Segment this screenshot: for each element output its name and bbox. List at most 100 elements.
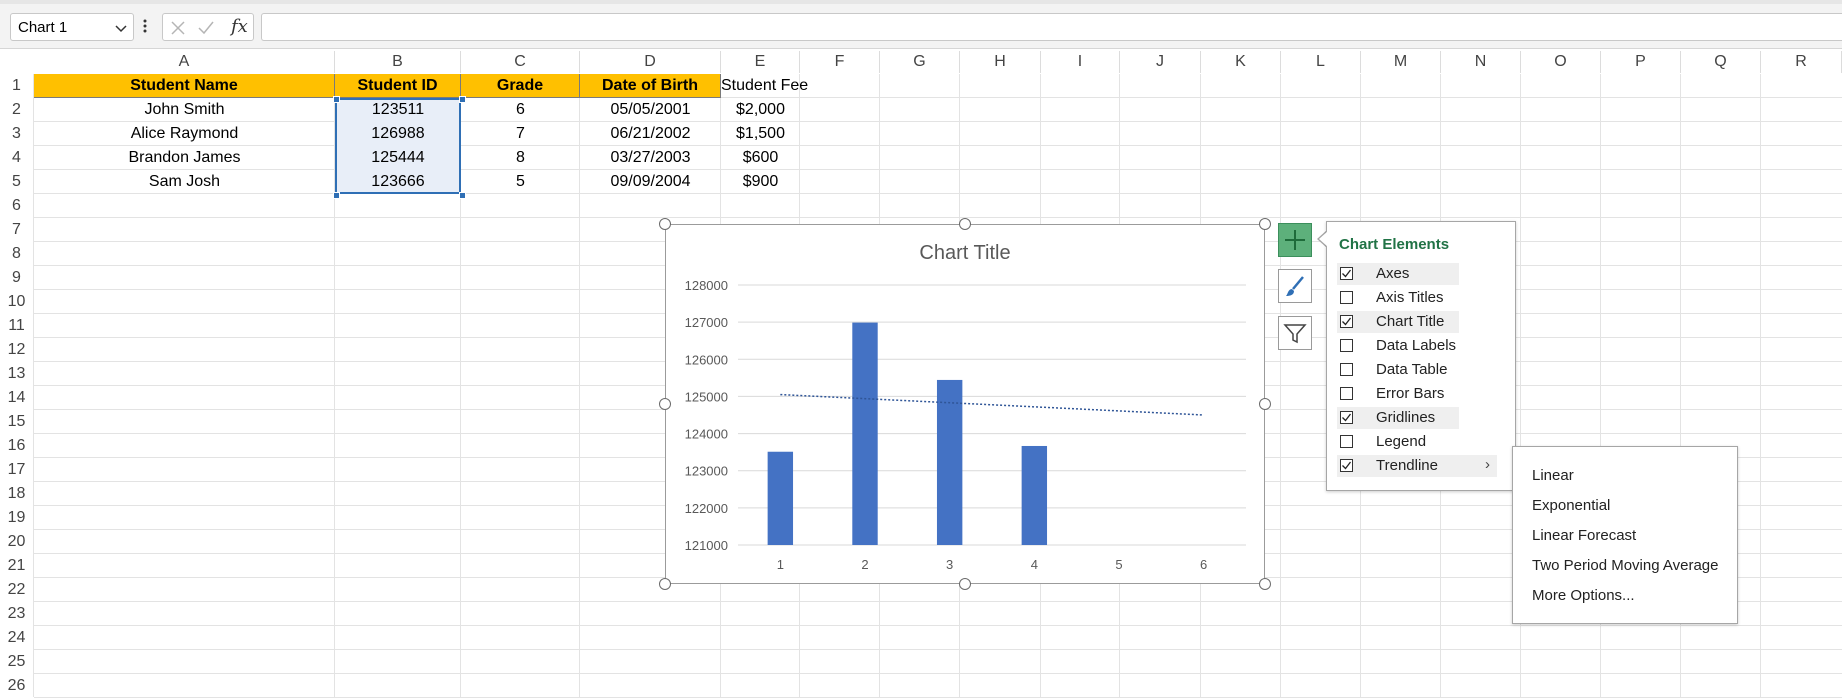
chart-element-gridlines[interactable]: Gridlines bbox=[1337, 407, 1459, 429]
selection-handle[interactable] bbox=[333, 96, 340, 103]
name-box[interactable]: Chart 1 bbox=[10, 13, 134, 41]
trendline-more-options[interactable]: More Options... bbox=[1532, 587, 1635, 604]
trendline-linear-forecast[interactable]: Linear Forecast bbox=[1532, 527, 1636, 544]
chevron-right-icon[interactable]: › bbox=[1485, 456, 1490, 473]
column-header-j[interactable]: J bbox=[1120, 51, 1201, 73]
row-header-19[interactable]: 19 bbox=[0, 506, 33, 530]
row-header-5[interactable]: 5 bbox=[0, 170, 33, 194]
row-header-18[interactable]: 18 bbox=[0, 482, 33, 506]
chart-element-error-bars[interactable]: Error Bars bbox=[1337, 383, 1459, 405]
chart-resize-handle[interactable] bbox=[1259, 398, 1271, 410]
chart-resize-handle[interactable] bbox=[959, 218, 971, 230]
chart-resize-handle[interactable] bbox=[659, 398, 671, 410]
checkbox[interactable] bbox=[1340, 411, 1353, 424]
selection-handle[interactable] bbox=[459, 192, 466, 199]
table-cell[interactable]: 05/05/2001 bbox=[580, 98, 721, 122]
row-header-10[interactable]: 10 bbox=[0, 290, 33, 314]
row-header-13[interactable]: 13 bbox=[0, 362, 33, 386]
column-header-n[interactable]: N bbox=[1441, 51, 1521, 73]
column-header-g[interactable]: G bbox=[880, 51, 960, 73]
row-header-22[interactable]: 22 bbox=[0, 578, 33, 602]
row-header-23[interactable]: 23 bbox=[0, 602, 33, 626]
checkbox[interactable] bbox=[1340, 291, 1353, 304]
table-header-cell[interactable]: Student ID bbox=[335, 74, 461, 98]
column-header-l[interactable]: L bbox=[1281, 51, 1361, 73]
table-cell[interactable]: 09/09/2004 bbox=[580, 170, 721, 194]
row-header-3[interactable]: 3 bbox=[0, 122, 33, 146]
formula-input[interactable] bbox=[261, 13, 1842, 41]
column-header-r[interactable]: R bbox=[1761, 51, 1842, 73]
table-cell[interactable]: 8 bbox=[461, 146, 580, 170]
checkbox[interactable] bbox=[1340, 267, 1353, 280]
chart-element-axes[interactable]: Axes bbox=[1337, 263, 1459, 285]
table-header-cell[interactable]: Date of Birth bbox=[580, 74, 721, 98]
table-cell[interactable]: 03/27/2003 bbox=[580, 146, 721, 170]
table-cell[interactable]: 125444 bbox=[335, 146, 461, 170]
chart[interactable]: Chart Title 128000 127000 126000 125000 12400… bbox=[665, 224, 1265, 584]
row-header-15[interactable]: 15 bbox=[0, 410, 33, 434]
checkbox[interactable] bbox=[1340, 363, 1353, 376]
chart-element-legend[interactable]: Legend bbox=[1337, 431, 1459, 453]
table-cell[interactable]: 123511 bbox=[335, 98, 461, 122]
enter-check-icon[interactable] bbox=[197, 19, 215, 37]
column-header-o[interactable]: O bbox=[1521, 51, 1601, 73]
column-header-m[interactable]: M bbox=[1361, 51, 1441, 73]
row-header-21[interactable]: 21 bbox=[0, 554, 33, 578]
row-header-25[interactable]: 25 bbox=[0, 650, 33, 674]
checkbox[interactable] bbox=[1340, 315, 1353, 328]
row-header-26[interactable]: 26 bbox=[0, 674, 33, 698]
checkbox[interactable] bbox=[1340, 387, 1353, 400]
table-cell[interactable]: 126988 bbox=[335, 122, 461, 146]
table-cell[interactable]: 6 bbox=[461, 98, 580, 122]
row-header-4[interactable]: 4 bbox=[0, 146, 33, 170]
column-header-f[interactable]: F bbox=[800, 51, 880, 73]
selection-handle[interactable] bbox=[459, 96, 466, 103]
column-header-q[interactable]: Q bbox=[1681, 51, 1761, 73]
table-cell[interactable]: $600 bbox=[721, 146, 800, 170]
table-header-cell[interactable]: Grade bbox=[461, 74, 580, 98]
row-header-8[interactable]: 8 bbox=[0, 242, 33, 266]
row-header-1[interactable]: 1 bbox=[0, 74, 33, 98]
chart-resize-handle[interactable] bbox=[1259, 218, 1271, 230]
chart-styles-button[interactable] bbox=[1278, 269, 1312, 303]
chart-resize-handle[interactable] bbox=[959, 578, 971, 590]
row-header-9[interactable]: 9 bbox=[0, 266, 33, 290]
column-header-c[interactable]: C bbox=[461, 51, 580, 73]
table-cell[interactable]: $1,500 bbox=[721, 122, 800, 146]
chart-element-data-table[interactable]: Data Table bbox=[1337, 359, 1459, 381]
more-options-icon[interactable] bbox=[142, 16, 148, 36]
column-header-e[interactable]: E bbox=[721, 51, 800, 73]
row-header-14[interactable]: 14 bbox=[0, 386, 33, 410]
column-header-a[interactable]: A bbox=[34, 51, 335, 73]
table-header-cell[interactable]: Student Name bbox=[34, 74, 335, 98]
column-header-h[interactable]: H bbox=[960, 51, 1041, 73]
row-header-20[interactable]: 20 bbox=[0, 530, 33, 554]
chart-element-chart-title[interactable]: Chart Title bbox=[1337, 311, 1459, 333]
table-cell[interactable]: 123666 bbox=[335, 170, 461, 194]
table-cell[interactable]: $2,000 bbox=[721, 98, 800, 122]
column-header-k[interactable]: K bbox=[1201, 51, 1281, 73]
table-cell[interactable]: Brandon James bbox=[34, 146, 335, 170]
chart-resize-handle[interactable] bbox=[659, 578, 671, 590]
row-header-11[interactable]: 11 bbox=[0, 314, 33, 338]
trendline-linear[interactable]: Linear bbox=[1532, 467, 1574, 484]
selection-handle[interactable] bbox=[333, 192, 340, 199]
checkbox[interactable] bbox=[1340, 459, 1353, 472]
row-header-16[interactable]: 16 bbox=[0, 434, 33, 458]
chevron-down-icon[interactable] bbox=[114, 21, 128, 35]
chart-element-data-labels[interactable]: Data Labels bbox=[1337, 335, 1459, 357]
table-cell[interactable]: 7 bbox=[461, 122, 580, 146]
cancel-icon[interactable] bbox=[169, 19, 187, 37]
table-cell[interactable]: 06/21/2002 bbox=[580, 122, 721, 146]
checkbox[interactable] bbox=[1340, 339, 1353, 352]
row-header-24[interactable]: 24 bbox=[0, 626, 33, 650]
row-header-17[interactable]: 17 bbox=[0, 458, 33, 482]
chart-element-trendline[interactable]: Trendline › bbox=[1337, 455, 1497, 477]
table-cell[interactable]: Sam Josh bbox=[34, 170, 335, 194]
table-cell[interactable]: John Smith bbox=[34, 98, 335, 122]
row-header-6[interactable]: 6 bbox=[0, 194, 33, 218]
row-header-7[interactable]: 7 bbox=[0, 218, 33, 242]
trendline-moving-average[interactable]: Two Period Moving Average bbox=[1532, 557, 1719, 574]
column-header-p[interactable]: P bbox=[1601, 51, 1681, 73]
trendline-exponential[interactable]: Exponential bbox=[1532, 497, 1610, 514]
